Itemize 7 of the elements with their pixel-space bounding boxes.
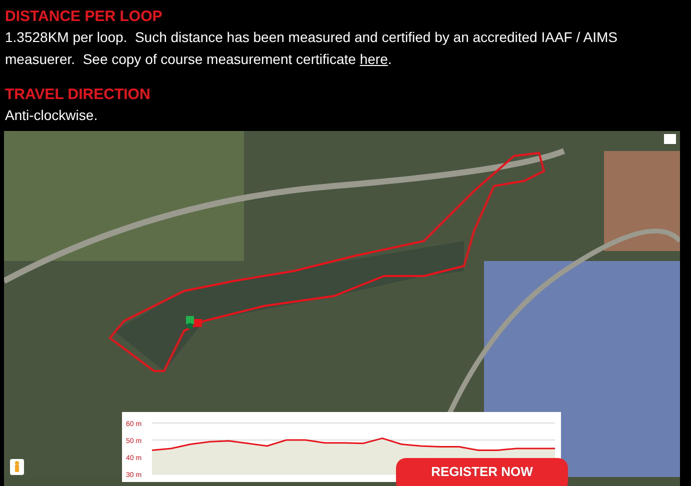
start-marker-icon [186, 316, 202, 330]
register-button[interactable]: REGISTER NOW [396, 458, 568, 486]
certificate-link[interactable]: here [360, 51, 388, 67]
section-paragraph: Anti-clockwise. [5, 106, 99, 125]
section-heading: DISTANCE PER LOOP [5, 8, 164, 26]
section-paragraph: 1.3528KM per loop. Such distance has been measured and certified by an accredited IAAF / AIMS measuerer. See copy of course measurement certificate here. [5, 28, 618, 69]
section-heading: TRAVEL DIRECTION [5, 86, 152, 104]
